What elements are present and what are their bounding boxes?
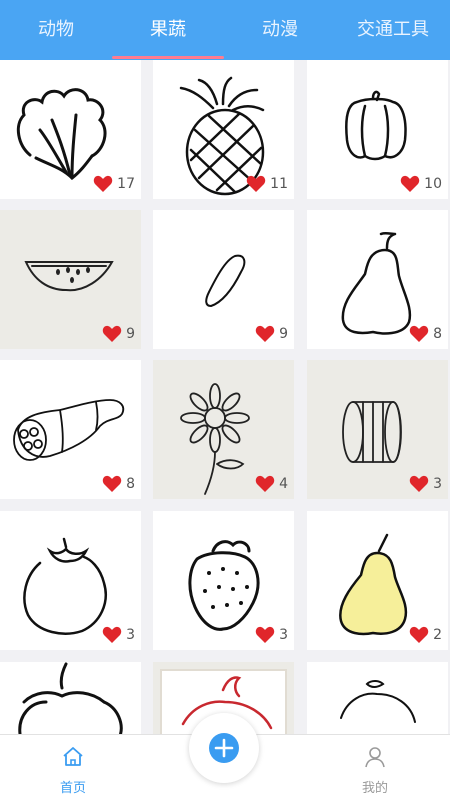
likes-count: 9 — [255, 325, 288, 343]
active-tab-indicator — [112, 56, 224, 59]
heart-icon[interactable] — [409, 475, 429, 493]
card-watermelon-slice[interactable]: 9 — [0, 210, 141, 349]
likes-count: 8 — [102, 475, 135, 493]
tab-vehicles[interactable]: 交通工具 — [336, 0, 450, 60]
likes-number: 9 — [126, 326, 135, 342]
likes-number: 3 — [126, 627, 135, 643]
likes-number: 3 — [433, 476, 442, 492]
nav-home-label: 首页 — [59, 781, 86, 796]
home-icon — [63, 747, 83, 766]
likes-count: 3 — [255, 626, 288, 644]
card-pineapple[interactable]: 11 — [153, 60, 294, 199]
likes-number: 11 — [270, 176, 288, 192]
likes-count: 11 — [246, 175, 288, 193]
tab-animals[interactable]: 动物 — [0, 0, 112, 60]
heart-icon[interactable] — [255, 475, 275, 493]
likes-count: 10 — [400, 175, 442, 193]
card-lotus-root[interactable]: 8 — [0, 360, 141, 499]
heart-icon[interactable] — [102, 475, 122, 493]
card-persimmon[interactable]: 3 — [0, 511, 141, 650]
heart-icon[interactable] — [409, 325, 429, 343]
likes-number: 17 — [117, 176, 135, 192]
heart-icon[interactable] — [400, 175, 420, 193]
heart-icon[interactable] — [246, 175, 266, 193]
user-icon — [365, 747, 385, 768]
likes-number: 3 — [279, 627, 288, 643]
card-lettuce[interactable]: 17 — [0, 60, 141, 199]
likes-count: 3 — [102, 626, 135, 644]
likes-count: 4 — [255, 475, 288, 493]
likes-number: 9 — [279, 326, 288, 342]
category-tabs: 动物 果蔬 动漫 交通工具 — [0, 0, 450, 60]
card-bell-pepper[interactable]: 10 — [307, 60, 448, 199]
heart-icon[interactable] — [255, 626, 275, 644]
heart-icon[interactable] — [102, 626, 122, 644]
card-yellow-pear[interactable]: 2 — [307, 511, 448, 650]
likes-number: 10 — [424, 176, 442, 192]
heart-icon[interactable] — [409, 626, 429, 644]
likes-count: 3 — [409, 475, 442, 493]
likes-number: 4 — [279, 476, 288, 492]
card-partial-tomato[interactable] — [307, 662, 448, 734]
nav-mine[interactable]: 我的 — [335, 735, 415, 801]
likes-number: 2 — [433, 627, 442, 643]
likes-count: 9 — [102, 325, 135, 343]
heart-icon[interactable] — [255, 325, 275, 343]
add-button[interactable] — [189, 713, 259, 783]
card-strawberry[interactable]: 3 — [153, 511, 294, 650]
tab-fruits-vegetables[interactable]: 果蔬 — [112, 0, 224, 60]
add-button-circle — [209, 733, 239, 763]
likes-number: 8 — [433, 326, 442, 342]
card-flower[interactable]: 4 — [153, 360, 294, 499]
likes-number: 8 — [126, 476, 135, 492]
drawing-grid[interactable]: 17 11 10 9 9 8 8 4 3 3 3 2 — [0, 60, 450, 734]
nav-home[interactable]: 首页 — [33, 735, 113, 801]
card-pear[interactable]: 8 — [307, 210, 448, 349]
card-lotus-root-slice[interactable]: 3 — [307, 360, 448, 499]
tab-anime[interactable]: 动漫 — [224, 0, 336, 60]
plus-icon — [214, 738, 234, 758]
nav-mine-label: 我的 — [361, 781, 388, 796]
pumpkin-drawing — [18, 662, 123, 734]
likes-count: 2 — [409, 626, 442, 644]
likes-count: 17 — [93, 175, 135, 193]
card-seed[interactable]: 9 — [153, 210, 294, 349]
card-partial-pumpkin[interactable] — [0, 662, 141, 734]
heart-icon[interactable] — [102, 325, 122, 343]
likes-count: 8 — [409, 325, 442, 343]
heart-icon[interactable] — [93, 175, 113, 193]
tomato-drawing — [340, 680, 416, 723]
